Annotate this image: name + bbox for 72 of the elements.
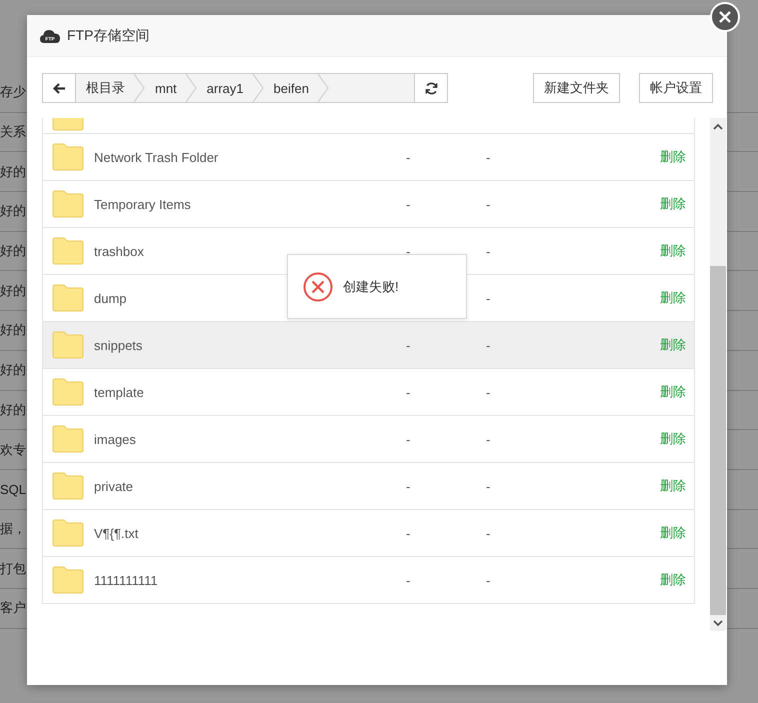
file-size: -	[406, 150, 410, 164]
scroll-down-icon	[713, 620, 723, 626]
file-name: trashbox	[94, 244, 145, 258]
background-text: SQL	[0, 482, 26, 497]
file-time: -	[486, 244, 492, 258]
file-name: Temporary Items	[94, 196, 192, 212]
folder-icon	[52, 378, 84, 406]
file-size: -	[406, 432, 410, 446]
refresh-button[interactable]	[414, 74, 447, 102]
folder-icon	[52, 472, 84, 500]
background-text: 好的	[0, 361, 26, 380]
background-text: 好的	[0, 400, 26, 419]
file-name: snippets	[94, 338, 144, 352]
file-size: -	[406, 526, 410, 540]
close-icon	[718, 10, 732, 24]
breadcrumb-item[interactable]: beifen	[264, 74, 329, 102]
error-icon	[303, 272, 333, 302]
file-name: Network Trash Folder	[94, 150, 220, 164]
folder-icon	[52, 566, 84, 594]
back-button[interactable]	[43, 74, 76, 102]
folder-icon	[52, 284, 84, 312]
folder-icon	[52, 425, 84, 453]
account-settings-button[interactable]: 帐户设置	[639, 73, 713, 103]
folder-icon	[52, 190, 84, 218]
file-time: -	[486, 150, 492, 164]
refresh-icon	[424, 82, 438, 94]
background-text: 据，	[0, 520, 26, 538]
background-text: 打包	[0, 560, 26, 578]
toast-message: 创建失败!	[343, 278, 399, 296]
background-text: 关系	[0, 123, 26, 142]
background-text: 好的	[0, 162, 26, 181]
file-size: -	[406, 338, 410, 352]
file-name: 1111111111	[94, 572, 159, 588]
background-text: 好的	[0, 321, 26, 340]
file-time: -	[486, 478, 492, 494]
file-size: -	[406, 384, 410, 400]
breadcrumb-item[interactable]: array1	[196, 74, 264, 102]
file-size: -	[406, 244, 410, 258]
file-size: -	[406, 478, 410, 494]
background-text: 欢专	[0, 440, 26, 459]
file-time: -	[486, 338, 492, 352]
new-folder-button[interactable]: 新建文件夹	[533, 73, 620, 103]
background-text: 好的	[0, 282, 26, 300]
folder-icon	[52, 143, 84, 171]
file-time: -	[486, 290, 492, 306]
scrollbar[interactable]	[710, 118, 726, 631]
file-row[interactable]: snippets - - 删除	[43, 322, 694, 369]
background-text: 存少	[0, 83, 26, 102]
breadcrumb-item[interactable]: 根目录	[76, 74, 145, 102]
dialog-title: FTP存储空间	[67, 26, 150, 44]
breadcrumb-item[interactable]: mnt	[145, 74, 197, 102]
file-time: -	[486, 572, 492, 588]
file-name: V¶{¶.txt	[94, 526, 140, 540]
file-size: -	[406, 196, 410, 212]
file-name: dump	[94, 290, 128, 306]
file-time: -	[486, 196, 492, 212]
folder-icon	[52, 331, 84, 359]
file-time: -	[486, 526, 492, 540]
folder-icon	[52, 519, 84, 547]
background-text: 好的	[0, 242, 26, 260]
back-arrow-icon	[52, 82, 66, 94]
file-time: -	[486, 432, 492, 446]
close-button[interactable]	[710, 2, 740, 32]
file-size: -	[406, 572, 410, 588]
file-time: -	[486, 384, 492, 400]
scroll-up-icon	[713, 122, 723, 130]
folder-icon	[52, 237, 84, 265]
file-name: template	[94, 384, 145, 400]
background-text: 客户	[0, 599, 26, 618]
background-text: 好的	[0, 202, 26, 220]
file-name: images	[94, 432, 137, 446]
file-name: private	[94, 478, 134, 494]
